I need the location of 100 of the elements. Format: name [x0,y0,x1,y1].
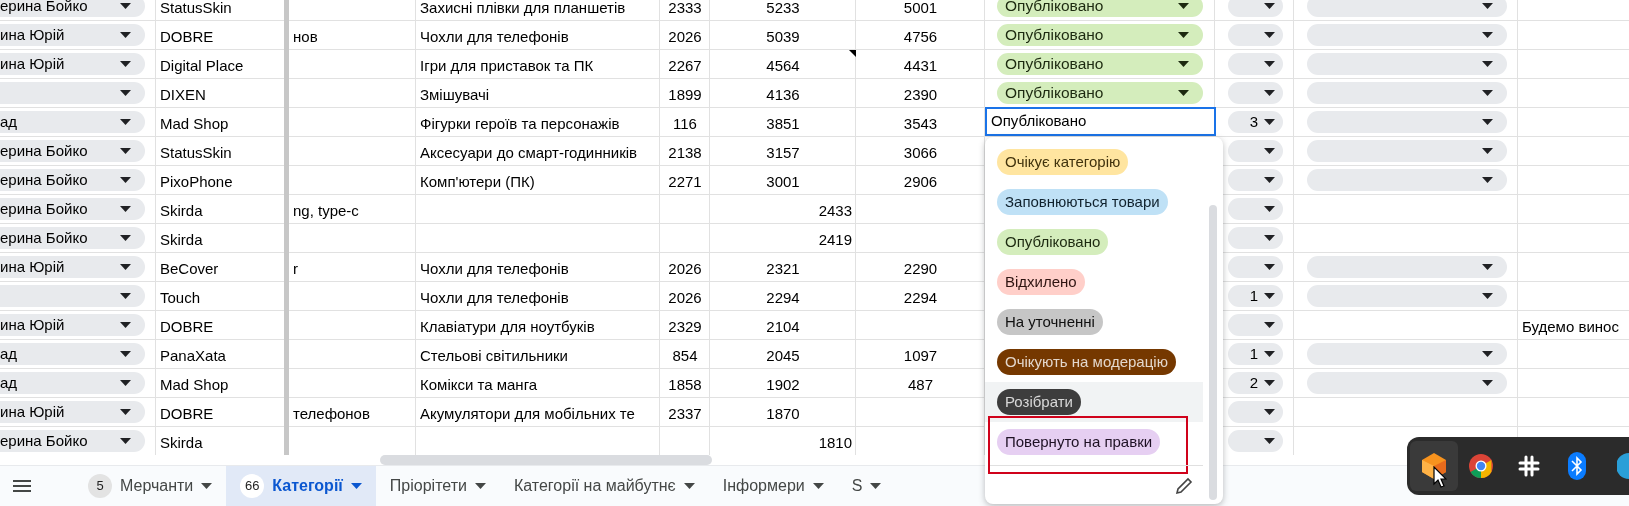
menu-option[interactable]: Відхилено [985,262,1203,302]
dropdown-field[interactable] [1307,82,1507,104]
table-cell: Digital Place [160,57,244,74]
sheet-tab[interactable]: S [837,466,896,506]
dropdown-field[interactable] [1307,140,1507,162]
menu-option[interactable]: Розібрати [985,382,1203,422]
caret-icon [120,235,131,241]
table-cell: 2433 [818,202,852,219]
menu-option[interactable]: Заповнюються товари [985,182,1203,222]
taskbar-item[interactable] [1410,441,1458,491]
scrollbar-thumb[interactable] [1209,205,1217,500]
caret-icon [870,483,882,489]
table-cell: Будемо винос [1522,318,1619,335]
status-dropdown[interactable]: Опубліковано [997,24,1203,46]
number-dropdown[interactable] [1228,140,1283,162]
person-dropdown[interactable]: ина Юрій [0,314,145,336]
number-dropdown[interactable] [1228,227,1283,249]
dropdown-field[interactable] [1307,0,1507,17]
number-dropdown[interactable] [1228,198,1283,220]
person-dropdown[interactable]: ад [0,111,145,133]
number-dropdown[interactable]: 1 [1228,343,1283,365]
status-dropdown[interactable]: Опубліковано [997,53,1203,75]
pencil-icon[interactable] [1175,477,1193,495]
person-dropdown[interactable]: ерина Бойко [0,140,145,162]
table-cell: 2337 [668,405,702,422]
number-dropdown[interactable] [1228,53,1283,75]
person-dropdown[interactable]: ад [0,343,145,365]
number-dropdown[interactable]: 3 [1228,111,1283,133]
sheet-tab[interactable]: Інформери [708,466,838,506]
number-dropdown[interactable] [1228,430,1283,452]
table-cell: Skirda [160,434,203,451]
cell-edit-field[interactable]: Опубліковано [985,107,1216,136]
dropdown-field[interactable] [1307,285,1507,307]
menu-option[interactable]: Очікує категорію [985,142,1203,182]
number-dropdown[interactable] [1228,256,1283,278]
comment-indicator[interactable] [849,50,856,57]
dropdown-field[interactable] [1307,169,1507,191]
table-cell: Ігри для приставок та ПК [420,57,594,74]
sheet-tab[interactable]: Пріорітети [375,466,500,506]
table-cell: 4431 [903,57,938,74]
table-cell: BeCover [160,260,219,277]
table-cell: 2026 [668,289,702,306]
menu-option[interactable]: Повернуто на правки [985,422,1203,462]
caret-icon [1178,32,1189,38]
person-dropdown[interactable]: ерина Бойко [0,430,145,452]
sheet-tab[interactable]: Категорії на майбутнє [499,466,709,506]
caret-icon [1264,380,1275,386]
status-chip: Відхилено [997,269,1085,295]
table-cell: 3001 [766,173,800,190]
caret-icon [1264,438,1275,444]
person-dropdown[interactable]: ерина Бойко [0,169,145,191]
caret-icon [1264,322,1275,328]
caret-icon [120,264,131,270]
table-cell: 5039 [766,28,800,45]
menu-option[interactable]: Опубліковано [985,222,1203,262]
status-dropdown[interactable]: Опубліковано [997,0,1203,17]
caret-icon [120,90,131,96]
dropdown-field[interactable] [1307,343,1507,365]
caret-icon [1264,409,1275,415]
number-dropdown[interactable] [1228,24,1283,46]
person-dropdown[interactable]: ина Юрій [0,256,145,278]
menu-option[interactable]: На уточненні [985,302,1203,342]
dropdown-field[interactable] [1307,111,1507,133]
table-cell: DIXEN [160,86,206,103]
sheet-tab[interactable]: 5 Мерчанти [74,466,227,506]
caret-icon [120,351,131,357]
caret-icon [1482,32,1493,38]
person-dropdown[interactable]: ерина Бойко [0,227,145,249]
caret-icon [1482,119,1493,125]
menu-option[interactable]: Очікують на модерацію [985,342,1203,382]
person-dropdown[interactable]: ина Юрій [0,401,145,423]
dropdown-field[interactable] [1307,24,1507,46]
status-chip: Опубліковано [997,229,1109,255]
sheet-tab[interactable]: 66 Категорії [226,466,376,506]
number-dropdown[interactable] [1228,314,1283,336]
table-cell: DOBRE [160,405,214,422]
table-cell: 2290 [903,260,938,277]
caret-icon [120,61,131,67]
number-dropdown[interactable]: 1 [1228,285,1283,307]
caret-icon [120,322,131,328]
dropdown-field[interactable] [1307,256,1507,278]
table-cell: 1902 [766,376,800,393]
number-dropdown[interactable] [1228,401,1283,423]
person-dropdown[interactable]: ина Юрій [0,24,145,46]
number-dropdown[interactable] [1228,169,1283,191]
number-dropdown[interactable]: 2 [1228,372,1283,394]
person-dropdown[interactable]: ерина Бойко [0,198,145,220]
dropdown-field[interactable] [1307,372,1507,394]
status-chip: Очікують на модерацію [997,349,1176,375]
number-dropdown[interactable] [1228,0,1283,17]
status-dropdown[interactable]: Опубліковано [997,82,1203,104]
number-dropdown[interactable] [1228,82,1283,104]
table-cell: 4136 [766,86,800,103]
person-dropdown[interactable]: ерина Бойко [0,0,145,17]
caret-icon [1482,351,1493,357]
scrollbar-thumb[interactable] [380,455,712,465]
caret-icon [1264,119,1275,125]
dropdown-field[interactable] [1307,53,1507,75]
person-dropdown[interactable]: ина Юрій [0,53,145,75]
person-dropdown[interactable]: ад [0,372,145,394]
